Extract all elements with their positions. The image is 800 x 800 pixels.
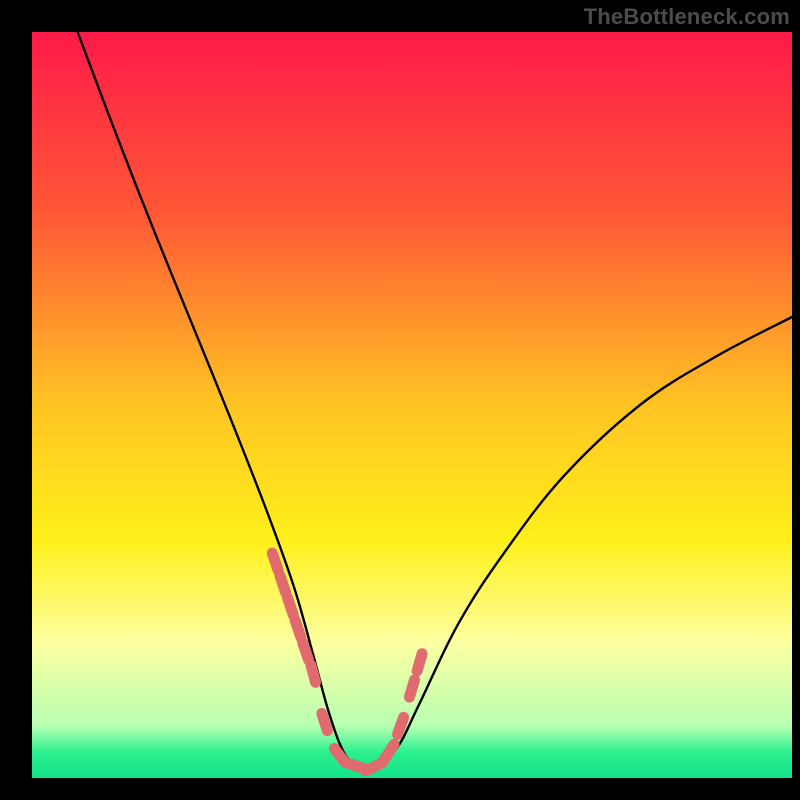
highlight-marker <box>366 763 382 771</box>
highlight-marker <box>303 643 309 660</box>
highlight-marker <box>295 620 301 637</box>
chart-stage: TheBottleneck.com <box>0 0 800 800</box>
gradient-background <box>32 32 792 778</box>
highlight-marker <box>409 680 414 697</box>
highlight-marker <box>322 713 328 730</box>
highlight-marker <box>398 717 404 734</box>
highlight-marker <box>417 654 422 671</box>
bottleneck-chart <box>0 0 800 800</box>
watermark-label: TheBottleneck.com <box>584 4 790 30</box>
highlight-marker <box>280 576 286 593</box>
highlight-marker <box>272 553 278 570</box>
highlight-marker <box>311 665 316 682</box>
highlight-marker <box>288 598 294 615</box>
